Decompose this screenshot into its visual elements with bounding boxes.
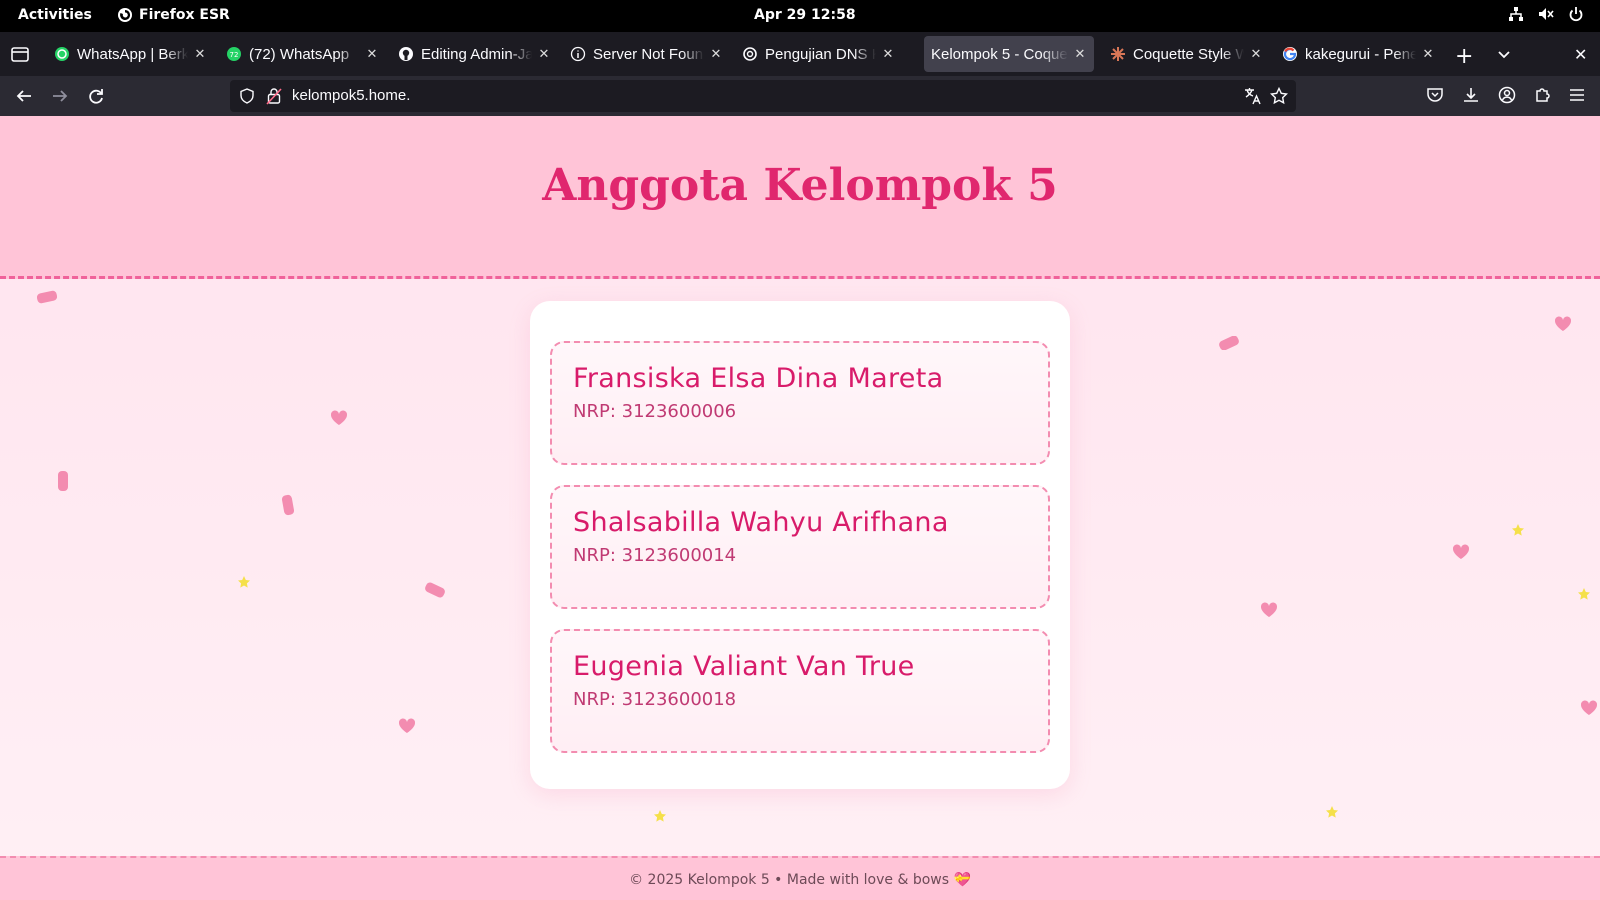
translate-icon[interactable] (1244, 87, 1262, 105)
whatsapp-badge-icon: 72 (226, 46, 242, 62)
tracking-protection-shield-icon[interactable] (239, 88, 255, 104)
firefox-view-icon[interactable] (10, 44, 30, 64)
page-title: Anggota Kelompok 5 (542, 160, 1058, 211)
bookmark-star-icon[interactable] (1270, 87, 1288, 105)
bandage-decoration-icon (425, 582, 445, 598)
close-tab-icon[interactable]: ✕ (1420, 46, 1436, 62)
url-text[interactable]: kelompok5.home. (292, 87, 410, 104)
member-card: Fransiska Elsa Dina Mareta NRP: 31236000… (550, 341, 1050, 465)
system-top-bar: Activities Firefox ESR Apr 29 12:58 (0, 0, 1600, 32)
tab-pengujian-dns[interactable]: Pengujian DNS Kelompok ✕ (734, 36, 902, 72)
tab-strip: WhatsApp | Berkirim ✕ 72 (72) WhatsApp ✕… (0, 32, 1600, 76)
chevron-down-icon[interactable] (1496, 46, 1512, 62)
bandage-decoration-icon (1219, 336, 1239, 350)
tab-server-not-found[interactable]: Server Not Found ✕ (562, 36, 730, 72)
tab-kakegurui[interactable]: kakegurui - Penelusuran ✕ (1274, 36, 1442, 72)
footer-text: © 2025 Kelompok 5 • Made with love & bow… (629, 872, 971, 888)
bandage-decoration-icon (36, 290, 58, 304)
tab-editing-admin[interactable]: Editing Admin-Jaringan ✕ (390, 36, 558, 72)
forward-arrow-icon[interactable] (50, 86, 70, 106)
network-icon (1509, 7, 1523, 21)
tab-title: Server Not Found (593, 45, 704, 63)
members-card: Fransiska Elsa Dina Mareta NRP: 31236000… (530, 301, 1070, 789)
member-card: Shalsabilla Wahyu Arifhana NRP: 31236000… (550, 485, 1050, 609)
member-nrp: NRP: 3123600018 (573, 689, 737, 710)
page-footer: © 2025 Kelompok 5 • Made with love & bow… (0, 856, 1600, 900)
hamburger-menu-icon[interactable] (1568, 86, 1586, 104)
system-tray[interactable] (1508, 6, 1584, 22)
tab-whatsapp-berkirim[interactable]: WhatsApp | Berkirim ✕ (46, 36, 214, 72)
insecure-lock-icon[interactable] (266, 87, 282, 105)
tab-title: Editing Admin-Jaringan (421, 45, 532, 63)
member-name: Fransiska Elsa Dina Mareta (573, 363, 944, 394)
github-icon (398, 46, 414, 62)
app-name: Firefox ESR (139, 7, 230, 23)
volume-muted-icon (1539, 8, 1554, 20)
tab-title: (72) WhatsApp (249, 45, 350, 63)
member-name: Eugenia Valiant Van True (573, 651, 915, 682)
back-arrow-icon[interactable] (14, 86, 34, 106)
member-nrp: NRP: 3123600006 (573, 401, 737, 422)
claude-icon (1110, 46, 1126, 62)
downloads-icon[interactable] (1462, 86, 1480, 104)
close-tab-icon[interactable]: ✕ (536, 46, 552, 62)
heart-decoration-icon (1260, 602, 1278, 617)
openai-icon (742, 46, 758, 62)
google-icon (1282, 46, 1298, 62)
pocket-icon[interactable] (1426, 86, 1444, 104)
navigation-toolbar: kelompok5.home. (0, 76, 1600, 116)
power-icon (1569, 7, 1583, 22)
extensions-puzzle-icon[interactable] (1534, 86, 1552, 104)
heart-decoration-icon (398, 718, 416, 733)
star-decoration-icon (1512, 524, 1524, 536)
star-decoration-icon (1326, 806, 1338, 818)
reload-icon[interactable] (86, 86, 106, 106)
tab-title: Kelompok 5 - Coquette (931, 45, 1068, 63)
tab-whatsapp-72[interactable]: 72 (72) WhatsApp ✕ (218, 36, 386, 72)
close-tab-icon[interactable]: ✕ (1072, 46, 1088, 62)
close-tab-icon[interactable]: ✕ (880, 46, 896, 62)
star-decoration-icon (1578, 588, 1590, 600)
tab-title: Pengujian DNS Kelompok (765, 45, 876, 63)
close-window-icon[interactable]: ✕ (1574, 45, 1587, 64)
page-header: Anggota Kelompok 5 (0, 116, 1600, 279)
tab-title: Coquette Style Website (1133, 45, 1244, 63)
page-content: Anggota Kelompok 5 Fransiska Elsa Dina M… (0, 116, 1600, 900)
svg-text:72: 72 (230, 51, 239, 59)
close-tab-icon[interactable]: ✕ (708, 46, 724, 62)
clock[interactable]: Apr 29 12:58 (754, 7, 856, 23)
close-tab-icon[interactable]: ✕ (364, 46, 380, 62)
tab-title: kakegurui - Penelusuran (1305, 45, 1416, 63)
member-nrp: NRP: 3123600014 (573, 545, 737, 566)
firefox-icon (118, 8, 132, 22)
app-menu[interactable]: Firefox ESR (117, 7, 230, 23)
new-tab-plus-icon[interactable]: + (1455, 44, 1473, 69)
member-card: Eugenia Valiant Van True NRP: 3123600018 (550, 629, 1050, 753)
account-icon[interactable] (1498, 86, 1516, 104)
close-tab-icon[interactable]: ✕ (192, 46, 208, 62)
tab-kelompok-5[interactable]: Kelompok 5 - Coquette ✕ (924, 36, 1094, 72)
star-decoration-icon (238, 576, 250, 588)
member-name: Shalsabilla Wahyu Arifhana (573, 507, 949, 538)
star-decoration-icon (654, 810, 666, 822)
tab-coquette-style[interactable]: Coquette Style Website ✕ (1102, 36, 1270, 72)
heart-decoration-icon (1580, 700, 1598, 715)
close-tab-icon[interactable]: ✕ (1248, 46, 1264, 62)
whatsapp-icon (54, 46, 70, 62)
url-bar[interactable]: kelompok5.home. (230, 80, 1296, 112)
bandage-decoration-icon (58, 471, 68, 491)
bandage-decoration-icon (281, 494, 295, 516)
info-icon (570, 46, 586, 62)
heart-decoration-icon (1452, 544, 1470, 559)
heart-decoration-icon (330, 410, 348, 425)
tab-title: WhatsApp | Berkirim (77, 45, 188, 63)
activities-button[interactable]: Activities (18, 7, 92, 23)
heart-decoration-icon (1554, 316, 1572, 331)
